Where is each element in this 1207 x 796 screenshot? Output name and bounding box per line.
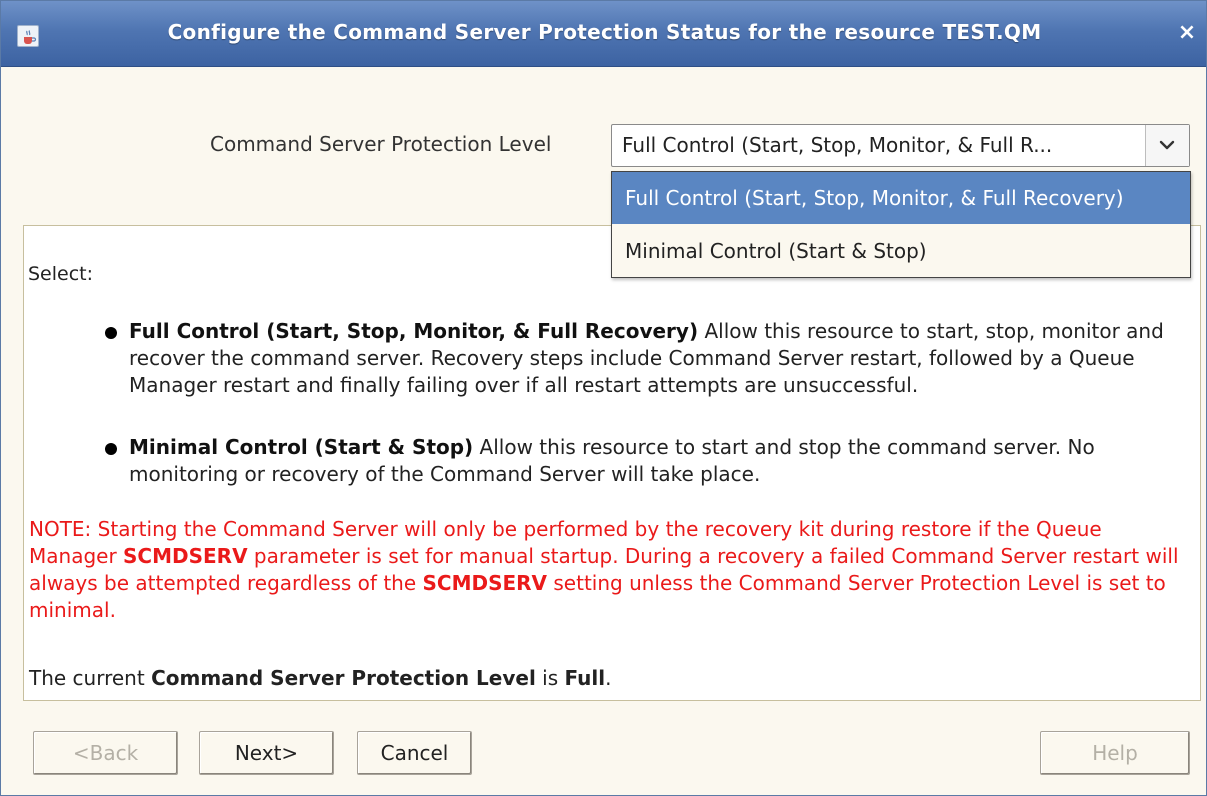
cancel-button[interactable]: Cancel	[357, 731, 472, 775]
current-label: Command Server Protection Level	[151, 666, 536, 690]
back-button[interactable]: <Back	[33, 731, 178, 775]
current-suffix: .	[605, 666, 612, 690]
option-minimal-control[interactable]: Minimal Control (Start & Stop)	[612, 225, 1190, 277]
bullet-text: Full Control (Start, Stop, Monitor, & Fu…	[129, 318, 1169, 399]
chevron-down-icon	[1159, 140, 1175, 150]
option-full-control[interactable]: Full Control (Start, Stop, Monitor, & Fu…	[612, 172, 1190, 224]
description-panel: Select: Full Control (Start, Stop, Monit…	[23, 225, 1201, 701]
bullet-dot-icon	[105, 327, 117, 339]
protection-level-label: Command Server Protection Level	[210, 132, 552, 156]
current-level-text: The current Command Server Protection Le…	[29, 666, 612, 690]
next-button[interactable]: Next>	[199, 731, 334, 775]
note-keyword: SCMDSERV	[422, 571, 548, 595]
dropdown-button[interactable]	[1145, 125, 1189, 166]
close-icon[interactable]: ×	[1175, 19, 1199, 47]
select-label: Select:	[28, 263, 94, 285]
protection-level-value: Full Control (Start, Stop, Monitor, & Fu…	[622, 133, 1053, 157]
note-text: NOTE: Starting the Command Server will o…	[29, 516, 1194, 624]
protection-level-select[interactable]: Full Control (Start, Stop, Monitor, & Fu…	[611, 124, 1190, 167]
window-title: Configure the Command Server Protection …	[167, 20, 1042, 44]
help-button[interactable]: Help	[1040, 731, 1190, 775]
protection-level-dropdown: Full Control (Start, Stop, Monitor, & Fu…	[611, 171, 1191, 278]
current-value: Full	[564, 666, 606, 690]
current-prefix: The current	[29, 666, 152, 690]
title-bar[interactable]: Configure the Command Server Protection …	[1, 1, 1206, 67]
bullet-dot-icon	[105, 443, 117, 455]
note-keyword: SCMDSERV	[123, 544, 248, 568]
current-middle: is	[535, 666, 565, 690]
bullet-title: Full Control (Start, Stop, Monitor, & Fu…	[129, 319, 699, 343]
bullet-text: Minimal Control (Start & Stop) Allow thi…	[129, 434, 1169, 488]
dialog-window: Configure the Command Server Protection …	[0, 0, 1207, 796]
bullet-title: Minimal Control (Start & Stop)	[129, 435, 474, 459]
